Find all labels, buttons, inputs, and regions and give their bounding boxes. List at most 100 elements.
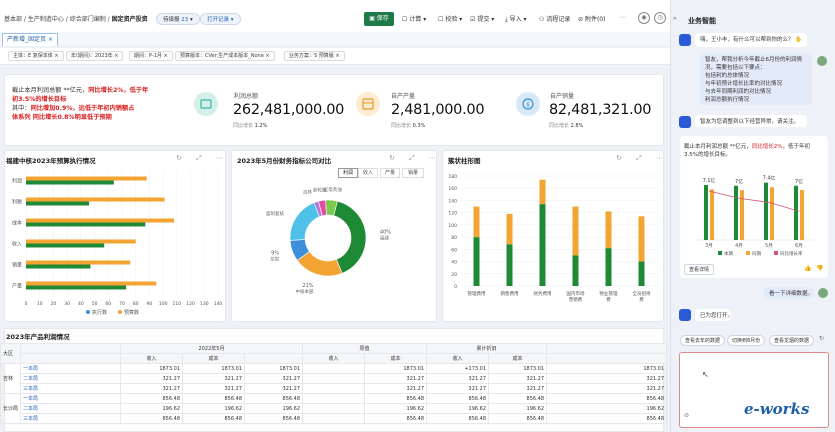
refresh-icon[interactable]: ↻ [819, 335, 824, 342]
legend-exec-swatch [86, 310, 90, 314]
entity-cell[interactable]: 一本局 [20, 363, 121, 374]
value-cell: 196.62 [182, 403, 245, 414]
import-button[interactable]: ⤓ 导入 ▾ [505, 14, 527, 24]
calc-button[interactable]: ☐ 计算 ▾ [402, 14, 426, 23]
watermark-logo: e-works [744, 400, 810, 418]
value-cell: 1873.01 [182, 363, 245, 374]
entity-cell[interactable]: 三本局 [20, 413, 121, 424]
budget-bar [26, 239, 136, 244]
entity-cell[interactable]: 二本局 [20, 373, 121, 384]
column-segment-b [506, 213, 513, 245]
panel-tools[interactable]: ↻ ⤢ ⋯ [176, 154, 229, 163]
tick-label: 30 [64, 301, 70, 307]
kpi-label: 利润总额 [234, 93, 259, 100]
category-label: 收入 [12, 241, 22, 248]
value-cell: 321.27 [182, 373, 245, 384]
filter-year[interactable]: 年(期间)：2023年 × [66, 51, 124, 61]
exec-bar [26, 243, 105, 248]
flow-record-button[interactable]: ⚇ 流程记录 [539, 14, 570, 23]
save-button[interactable]: ▣ 保存 [364, 12, 394, 26]
budget-bar [26, 281, 157, 286]
value-cell: 856.48 [488, 393, 548, 404]
remove-icon[interactable]: × [54, 53, 58, 59]
entity-cell[interactable]: 三本局 [20, 383, 121, 394]
tick-label: 90 [147, 301, 153, 307]
crumb-1[interactable]: 基本部 [4, 16, 22, 23]
clock-icon[interactable]: ◷ [654, 12, 666, 24]
crumb-3[interactable]: 综合部门编制 [70, 16, 106, 23]
y-tick-label: 40 [451, 260, 457, 266]
remove-icon[interactable]: × [164, 53, 168, 59]
sub-header: 成本 [488, 353, 548, 364]
attachment-button[interactable]: ⊘ 附件(0) [578, 14, 605, 23]
slice-percent: 40% [380, 230, 391, 236]
panel-tools[interactable]: ↻ ⤢ ⋯ [616, 154, 669, 163]
x-tick-label: 国内市场营销费 [567, 290, 585, 303]
submit-button[interactable]: ☑ 提交 ▾ [470, 14, 494, 23]
crumb-current: 固定资产投资 [111, 16, 148, 23]
sub-header: 成本 [182, 353, 245, 364]
slice-name: 福建 [380, 235, 389, 242]
analysis-text: 截止本月利润总额 **亿元，同比增长2%，低于年初3.5%的增长目标。 [684, 144, 810, 158]
legend-budget-swatch [118, 310, 122, 314]
slice-name: 吉林 [303, 189, 312, 196]
thumbs-down-icon[interactable]: 👎 [816, 265, 823, 272]
tab-fixed-asset[interactable]: 产新增_固定页 × [2, 33, 58, 46]
table-header-row: 大区 2022年5月 原值 累计折旧 [0, 343, 668, 364]
filter-period[interactable]: 期间：P-1月 × [129, 51, 173, 61]
chart-title: 2023年5月份财务指标公司对比 [237, 157, 332, 165]
kpi-value: 82,481,321.00 [549, 102, 652, 118]
remove-icon[interactable]: × [335, 53, 339, 59]
suggest-august[interactable]: 切换到8月份 [727, 335, 766, 346]
filter-entity[interactable]: 主体：E 复保本体 × [8, 51, 64, 61]
value-cell: 321.27 [426, 373, 490, 384]
remove-icon[interactable]: × [265, 53, 269, 59]
thumbs-up-icon[interactable]: 👍 [804, 265, 811, 272]
eye-icon[interactable]: ◉ [638, 12, 650, 24]
open-record-dropdown[interactable]: 打开记录 ▾ [200, 13, 241, 25]
mini-data-label: 7.1亿 [703, 177, 716, 184]
value-cell: 196.62 [426, 403, 490, 414]
crumb-2[interactable]: 生产制造中心 [28, 16, 64, 23]
y-tick-label: 120 [448, 211, 457, 217]
entity-cell[interactable]: 一本局 [20, 393, 121, 404]
attach-icon[interactable]: ⊘ [684, 412, 689, 419]
seg-sales[interactable]: 销量 [402, 168, 424, 178]
tick-label: 70 [119, 301, 125, 307]
value-cell: 196.62 [120, 403, 183, 414]
mini-data-label: 7.4亿 [763, 175, 776, 182]
dim-header: 大区 [0, 343, 21, 364]
value-cell: 856.48 [182, 393, 245, 404]
save-icon: ▣ [369, 15, 375, 22]
sub-header: 成本 [364, 353, 428, 364]
seg-revenue[interactable]: 收入 [358, 168, 378, 178]
seg-profit[interactable]: 利润 [338, 168, 358, 178]
collapse-icon[interactable]: » [673, 15, 677, 22]
tick-label: 100 [159, 301, 168, 307]
ack-bubble: 智友为您调整到以下经营异常，请关注。 [695, 115, 807, 127]
todo-badge[interactable]: 待填报 23 ▾ [156, 13, 200, 25]
entity-cell[interactable]: 二本局 [20, 403, 121, 414]
slice-name: 龙岩 [270, 256, 279, 263]
robot-icon [679, 309, 691, 321]
mini-legend-label: 本期 [724, 250, 733, 257]
panel-tools[interactable]: ↻ ⤢ ⋯ [389, 154, 442, 163]
x-tick-label: 管理费用 [468, 290, 486, 297]
wave-icon: ✋ [795, 37, 803, 43]
value-cell: 856.48 [243, 393, 304, 404]
filter-version[interactable]: 预算版本：CVer:生产成本版本_None × [175, 51, 275, 61]
table-row: 二本局 196.62 196.62 196.62 196.62 196.62 196.62 1… [1, 403, 668, 414]
close-icon[interactable]: × [48, 36, 53, 43]
filter-scheme[interactable]: 业务方案：S 预算版 × [284, 51, 345, 61]
more-icon[interactable]: ⋯ [620, 14, 626, 21]
cluster-column-chart: 0 20 40 60 80 100 120 140 160 180 管理费用 销售费用 财务费用 国内市场… [448, 174, 658, 303]
seg-output[interactable]: 产量 [380, 168, 400, 178]
user-detail-bubble: 看一下详细数据。 [764, 287, 814, 299]
suggest-longyan[interactable]: 查看龙烟的数据 [769, 335, 815, 346]
budget-bar [26, 176, 147, 181]
column-segment-b [539, 179, 546, 205]
view-detail-button[interactable]: 查看详情 [684, 264, 715, 275]
check-button[interactable]: ☐ 校验 ▾ [438, 14, 462, 23]
suggest-last-year[interactable]: 查看去年的数据 [680, 335, 726, 346]
remove-icon[interactable]: × [114, 53, 118, 59]
